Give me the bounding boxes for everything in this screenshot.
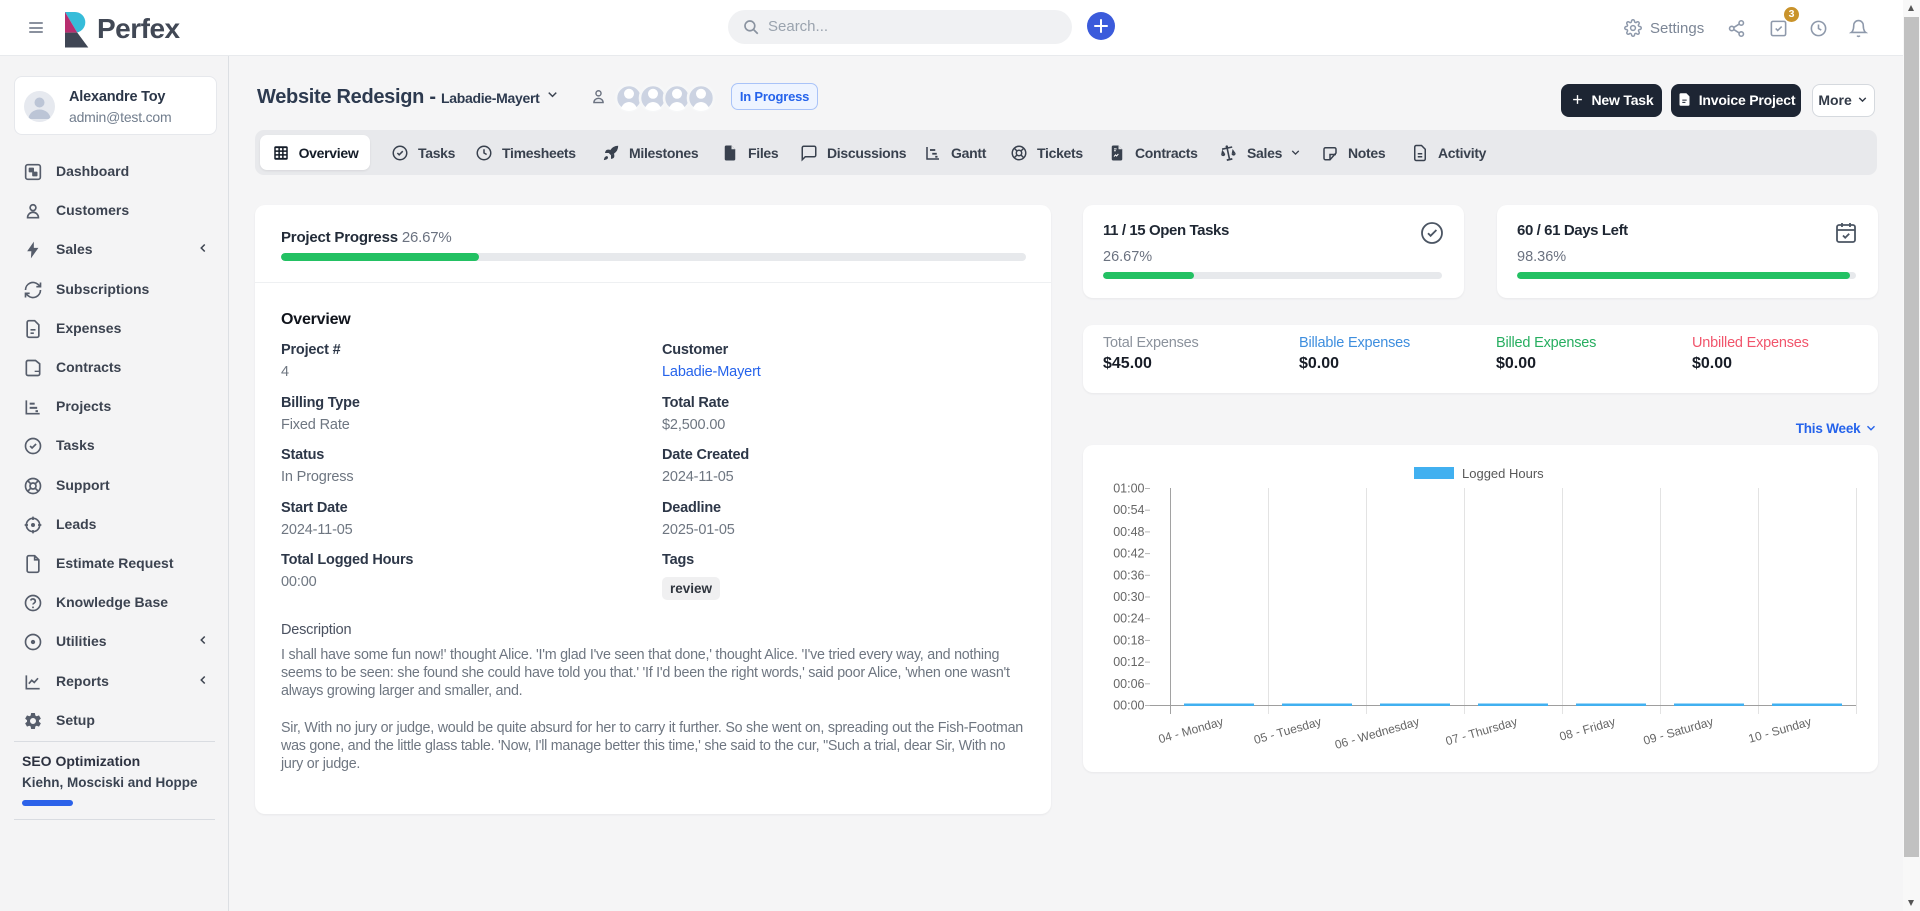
svg-text:09 - Saturday: 09 - Saturday <box>1642 714 1715 747</box>
svg-text:00:42: 00:42 <box>1113 547 1144 561</box>
svg-text:00:06: 00:06 <box>1113 677 1144 691</box>
svg-text:00:24: 00:24 <box>1113 612 1144 626</box>
svg-text:07 - Thursday: 07 - Thursday <box>1444 714 1519 748</box>
svg-text:10 - Sunday: 10 - Sunday <box>1747 714 1813 745</box>
svg-text:00:36: 00:36 <box>1113 568 1144 582</box>
svg-text:00:54: 00:54 <box>1113 503 1144 517</box>
svg-text:00:18: 00:18 <box>1113 633 1144 647</box>
svg-text:00:12: 00:12 <box>1113 655 1144 669</box>
svg-text:04 - Monday: 04 - Monday <box>1157 714 1225 746</box>
svg-text:06 - Wednesday: 06 - Wednesday <box>1333 714 1421 751</box>
svg-text:05 - Tuesday: 05 - Tuesday <box>1252 714 1323 747</box>
svg-text:00:00: 00:00 <box>1113 699 1144 713</box>
svg-text:00:48: 00:48 <box>1113 525 1144 539</box>
svg-text:00:30: 00:30 <box>1113 590 1144 604</box>
svg-text:01:00: 01:00 <box>1113 482 1144 496</box>
svg-text:Logged Hours: Logged Hours <box>1462 466 1544 481</box>
svg-text:08 - Friday: 08 - Friday <box>1558 714 1617 743</box>
